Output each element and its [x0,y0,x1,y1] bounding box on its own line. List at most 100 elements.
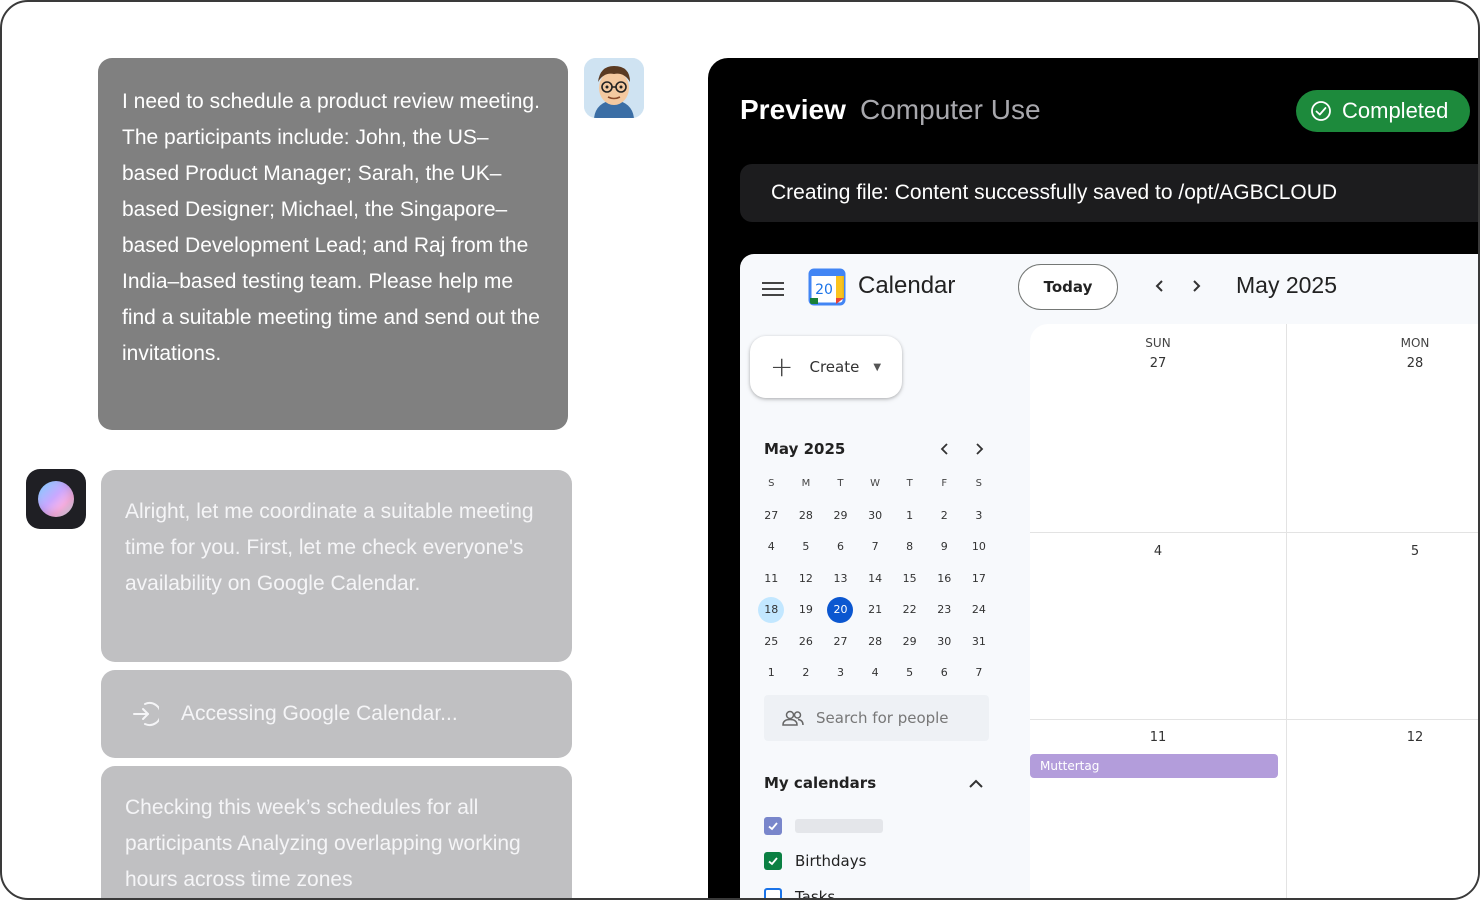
mini-day[interactable]: 3 [962,500,997,532]
mini-day[interactable]: 31 [962,626,997,658]
step-accessing-calendar[interactable]: Accessing Google Calendar... [101,670,572,758]
redacted-calendar-name [795,819,883,833]
cartoon-avatar-icon [584,58,644,118]
mini-day[interactable]: 11 [754,563,789,595]
next-week-button[interactable] [1184,274,1208,298]
row-divider [1030,532,1478,533]
mini-day[interactable]: 19 [789,594,824,626]
mini-day[interactable]: 28 [789,500,824,532]
mini-day[interactable]: 8 [892,531,927,563]
day-number[interactable]: 11 [1030,730,1286,745]
mini-day[interactable]: 10 [962,531,997,563]
mini-dow-label: S [768,478,775,490]
create-label: Create [809,358,860,376]
mini-calendar-month: May 2025 [764,440,846,458]
mini-day[interactable]: 24 [962,594,997,626]
mini-day[interactable]: 30 [927,626,962,658]
mini-day[interactable]: 26 [789,626,824,658]
mini-day[interactable]: 20 [823,594,858,626]
mini-day[interactable]: 6 [927,657,962,689]
calendar-app-name: Calendar [858,272,956,299]
mini-day[interactable]: 2 [789,657,824,689]
day-number[interactable]: 4 [1030,544,1286,559]
user-avatar [584,58,644,118]
mini-dow-label: W [870,478,881,490]
calendar-app: 20 Calendar Today May 2025 + Create ▼ Ma… [740,254,1478,898]
mini-prev-month-button[interactable] [936,440,954,458]
mini-day[interactable]: 17 [962,563,997,595]
selected-day-marker: 18 [758,596,785,623]
mini-day[interactable]: 16 [927,563,962,595]
mini-dow-label: F [941,478,948,490]
checkbox-checked-icon[interactable] [764,817,782,835]
assistant-avatar [26,469,86,529]
mini-day[interactable]: 9 [927,531,962,563]
mini-day[interactable]: 2 [927,500,962,532]
mini-day[interactable]: 13 [823,563,858,595]
status-badge: Completed [1296,90,1470,132]
chevron-right-icon [976,443,984,455]
mini-day[interactable]: 7 [858,531,893,563]
mini-day[interactable]: 1 [892,500,927,532]
mini-day[interactable]: 14 [858,563,893,595]
step-label: Accessing Google Calendar... [181,702,458,725]
main-menu-icon[interactable] [762,278,784,300]
day-number[interactable]: 27 [1030,356,1286,371]
preview-title: Preview [740,94,846,125]
mini-day[interactable]: 21 [858,594,893,626]
mini-day[interactable]: 30 [858,500,893,532]
event-chip[interactable]: Muttertag [1030,754,1278,778]
mini-day[interactable]: 28 [858,626,893,658]
calendar-logo-icon: 20 [808,268,846,306]
calendar-item-personal[interactable] [764,815,883,837]
check-circle-icon [1311,101,1331,121]
mini-day[interactable]: 27 [823,626,858,658]
checkbox-unchecked-icon[interactable] [764,888,782,898]
mini-day[interactable]: 29 [892,626,927,658]
step-detail-text: Checking this week’s schedules for all p… [125,796,521,891]
mini-day[interactable]: 3 [823,657,858,689]
mini-day[interactable]: 7 [962,657,997,689]
mini-dow-label: T [906,478,913,490]
collapse-my-calendars-button[interactable] [966,774,986,794]
mini-day[interactable]: 6 [823,531,858,563]
search-people-input[interactable]: Search for people [764,695,989,741]
mini-day[interactable]: 29 [823,500,858,532]
day-number[interactable]: 28 [1287,356,1478,371]
preview-panel: Preview Computer Use Completed Creating … [708,58,1478,898]
chevron-left-icon [940,443,948,455]
mini-day[interactable]: 5 [892,657,927,689]
mini-day[interactable]: 1 [754,657,789,689]
calendar-item-birthdays[interactable]: Birthdays [764,850,866,872]
mini-day[interactable]: 18 [754,594,789,626]
mini-day[interactable]: 27 [754,500,789,532]
mini-dow-label: S [975,478,983,490]
calendar-item-tasks[interactable]: Tasks [764,886,835,898]
plus-icon: + [770,350,794,383]
caret-down-icon: ▼ [873,361,882,373]
chevron-right-icon [1193,280,1201,292]
today-marker: 20 [827,596,854,623]
status-badge-label: Completed [1342,98,1449,123]
mini-day[interactable]: 4 [858,657,893,689]
preview-status-bar: Creating file: Content successfully save… [740,164,1478,222]
week-grid: SUN 27 MON 28 4 5 11 12 Muttertag [1030,324,1478,898]
previous-week-button[interactable] [1148,274,1172,298]
search-people-placeholder: Search for people [816,709,949,727]
mini-day[interactable]: 4 [754,531,789,563]
mini-day[interactable]: 23 [927,594,962,626]
mini-day[interactable]: 25 [754,626,789,658]
mini-day[interactable]: 12 [789,563,824,595]
create-button[interactable]: + Create ▼ [750,336,902,398]
today-button[interactable]: Today [1018,264,1118,310]
day-number[interactable]: 5 [1287,544,1478,559]
people-icon [782,710,804,726]
svg-text:20: 20 [815,282,833,298]
mini-dow-label: M [801,478,811,490]
mini-day[interactable]: 22 [892,594,927,626]
checkbox-checked-icon[interactable] [764,852,782,870]
mini-next-month-button[interactable] [970,440,988,458]
day-number[interactable]: 12 [1287,730,1478,745]
mini-day[interactable]: 15 [892,563,927,595]
mini-day[interactable]: 5 [789,531,824,563]
